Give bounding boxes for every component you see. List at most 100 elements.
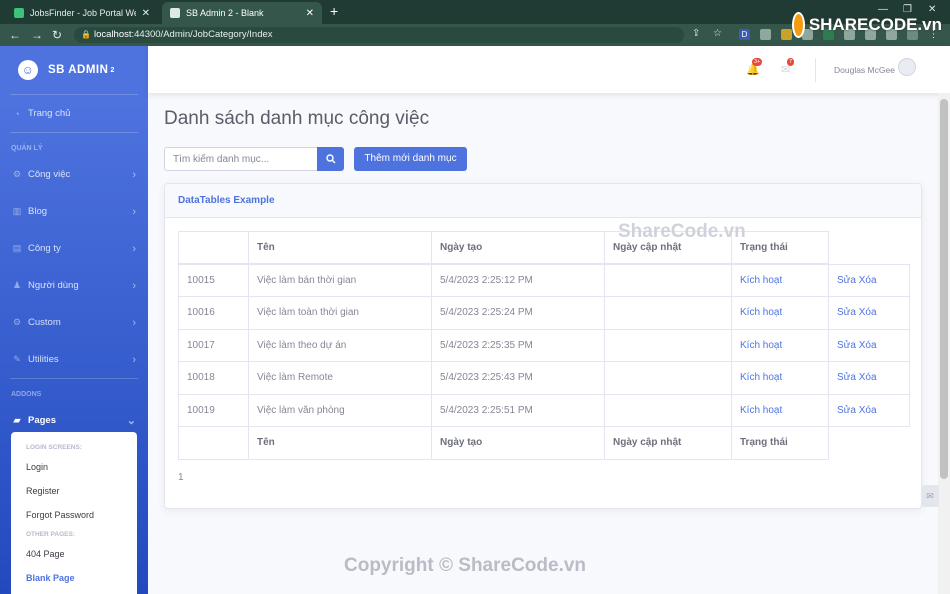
sidebar-item-users[interactable]: ♟ Người dùng › [0,267,148,304]
avatar[interactable] [898,58,916,76]
bookmark-star-icon[interactable]: ☆ [713,28,722,39]
cell-id: 10019 [178,393,249,427]
scroll-thumb[interactable] [940,99,948,479]
cell-name: Việc làm văn phòng [248,393,432,427]
url-path: :44300/Admin/JobCategory/Index [131,29,273,40]
close-tab-icon[interactable]: ✕ [306,8,314,19]
reload-icon[interactable]: ↻ [52,28,62,42]
forward-icon[interactable]: → [31,28,43,42]
close-tab-icon[interactable]: ✕ [142,8,150,19]
extension-d-icon[interactable]: D [739,29,750,40]
status-link[interactable]: Kích hoạt [740,307,782,318]
search-button[interactable] [317,147,344,171]
bell-icon[interactable]: 🔔 3+ [746,58,763,76]
table-row: 10018 Việc làm Remote 5/4/2023 2:25:43 P… [178,361,910,395]
column-header-status[interactable]: Trạng thái [731,231,829,265]
sidebar-item-blog[interactable]: ▥ Blog › [0,193,148,230]
submenu-item-login[interactable]: Login [11,455,137,479]
delete-link[interactable]: Xóa [859,275,877,286]
url-field[interactable]: 🔒 localhost:44300/Admin/JobCategory/Inde… [74,27,684,43]
column-header-id[interactable] [178,231,249,265]
delete-link[interactable]: Xóa [859,405,877,416]
status-link[interactable]: Kích hoạt [740,405,782,416]
folder-icon: ▰ [13,415,21,425]
column-header-name[interactable]: Tên [248,231,432,265]
browser-tab-jobsfinder[interactable]: JobsFinder - Job Portal Website T ✕ [6,2,158,24]
watermark-text: ShareCode.vn [618,221,746,242]
url-host: localhost [94,29,132,40]
share-icon[interactable]: ⇪ [692,28,700,39]
status-link[interactable]: Kích hoạt [740,340,782,351]
search-input[interactable] [164,147,317,171]
jobsfinder-favicon-icon [14,8,24,18]
edit-link[interactable]: Sửa [837,372,856,383]
delete-link[interactable]: Xóa [859,340,877,351]
edit-link[interactable]: Sửa [837,307,856,318]
delete-link[interactable]: Xóa [859,307,877,318]
delete-link[interactable]: Xóa [859,372,877,383]
sidebar-item-label: Blog [28,206,48,217]
envelope-icon[interactable]: ✉ 7 [781,58,795,76]
submenu-item-forgot-password[interactable]: Forgot Password [11,503,137,527]
add-category-button[interactable]: Thêm mới danh mục [354,147,467,171]
status-link[interactable]: Kích hoạt [740,275,782,286]
brand-sup: 2 [110,66,115,74]
datatable-card: DataTables Example Tên Ngày tạo Ngày cập… [164,183,922,509]
pagination-page[interactable]: 1 [178,472,184,483]
users-icon: ♟ [12,280,22,290]
back-icon[interactable]: ← [9,28,21,42]
browser-tab-sbadmin[interactable]: SB Admin 2 - Blank ✕ [162,2,322,24]
user-name[interactable]: Douglas McGee [834,65,895,75]
sidebar-item-label: Công việc [28,169,71,180]
table-header-row: Tên Ngày tạo Ngày cập nhật Trạng thái [178,231,910,265]
sidebar-item-custom[interactable]: ⚙ Custom › [0,304,148,341]
chat-widget-icon[interactable]: ✉ [921,485,939,507]
submenu-item-register[interactable]: Register [11,479,137,503]
new-tab-button[interactable]: + [330,3,338,19]
cell-updated [604,393,732,427]
sidebar: ☺ SB ADMIN 2 ◔ Trang chủ QUẢN LÝ ⚙ Công v… [0,46,148,594]
sidebar-item-label: Utilities [28,354,59,365]
cell-updated [604,263,732,297]
chevron-right-icon: › [132,168,136,181]
cell-actions: Sửa Xóa [828,361,910,395]
table-row: 10017 Việc làm theo dự án 5/4/2023 2:25:… [178,328,910,362]
messages-badge: 7 [787,58,795,66]
sidebar-item-label: Custom [28,317,61,328]
sidebar-brand[interactable]: ☺ SB ADMIN 2 [0,46,148,94]
lock-icon: 🔒 [81,30,91,39]
tab-title: SB Admin 2 - Blank [186,8,264,18]
submenu-item-blank[interactable]: Blank Page [11,566,137,590]
pages-submenu: LOGIN SCREENS: Login Register Forgot Pas… [11,432,137,594]
cell-created: 5/4/2023 2:25:35 PM [431,328,605,362]
chevron-right-icon: › [132,242,136,255]
extension-icon[interactable] [760,29,771,40]
sidebar-item-company[interactable]: ▤ Công ty › [0,230,148,267]
sidebar-item-dashboard[interactable]: ◔ Trang chủ [0,95,148,132]
footer-status: Trạng thái [731,426,829,460]
footer-actions [829,427,910,460]
cog-icon: ⚙ [12,317,22,327]
cell-actions: Sửa Xóa [828,296,910,330]
cell-id: 10017 [178,328,249,362]
status-link[interactable]: Kích hoạt [740,372,782,383]
search-icon [325,154,335,164]
sidebar-item-jobs[interactable]: ⚙ Công việc › [0,156,148,193]
cog-icon: ⚙ [12,169,22,179]
edit-link[interactable]: Sửa [837,405,856,416]
cell-actions: Sửa Xóa [828,393,910,427]
page-scrollbar[interactable] [938,93,950,594]
laugh-wink-icon: ☺ [18,60,38,80]
cell-created: 5/4/2023 2:25:43 PM [431,361,605,395]
cell-id: 10018 [178,361,249,395]
extension-icon[interactable] [781,29,792,40]
sidebar-item-utilities[interactable]: ✎ Utilities › [0,341,148,378]
card-title: DataTables Example [165,184,921,218]
column-header-created[interactable]: Ngày tạo [431,231,605,265]
footer-name: Tên [248,426,432,460]
page-favicon-icon [170,8,180,18]
submenu-item-404[interactable]: 404 Page [11,542,137,566]
column-header-actions [829,232,910,265]
edit-link[interactable]: Sửa [837,275,856,286]
edit-link[interactable]: Sửa [837,340,856,351]
